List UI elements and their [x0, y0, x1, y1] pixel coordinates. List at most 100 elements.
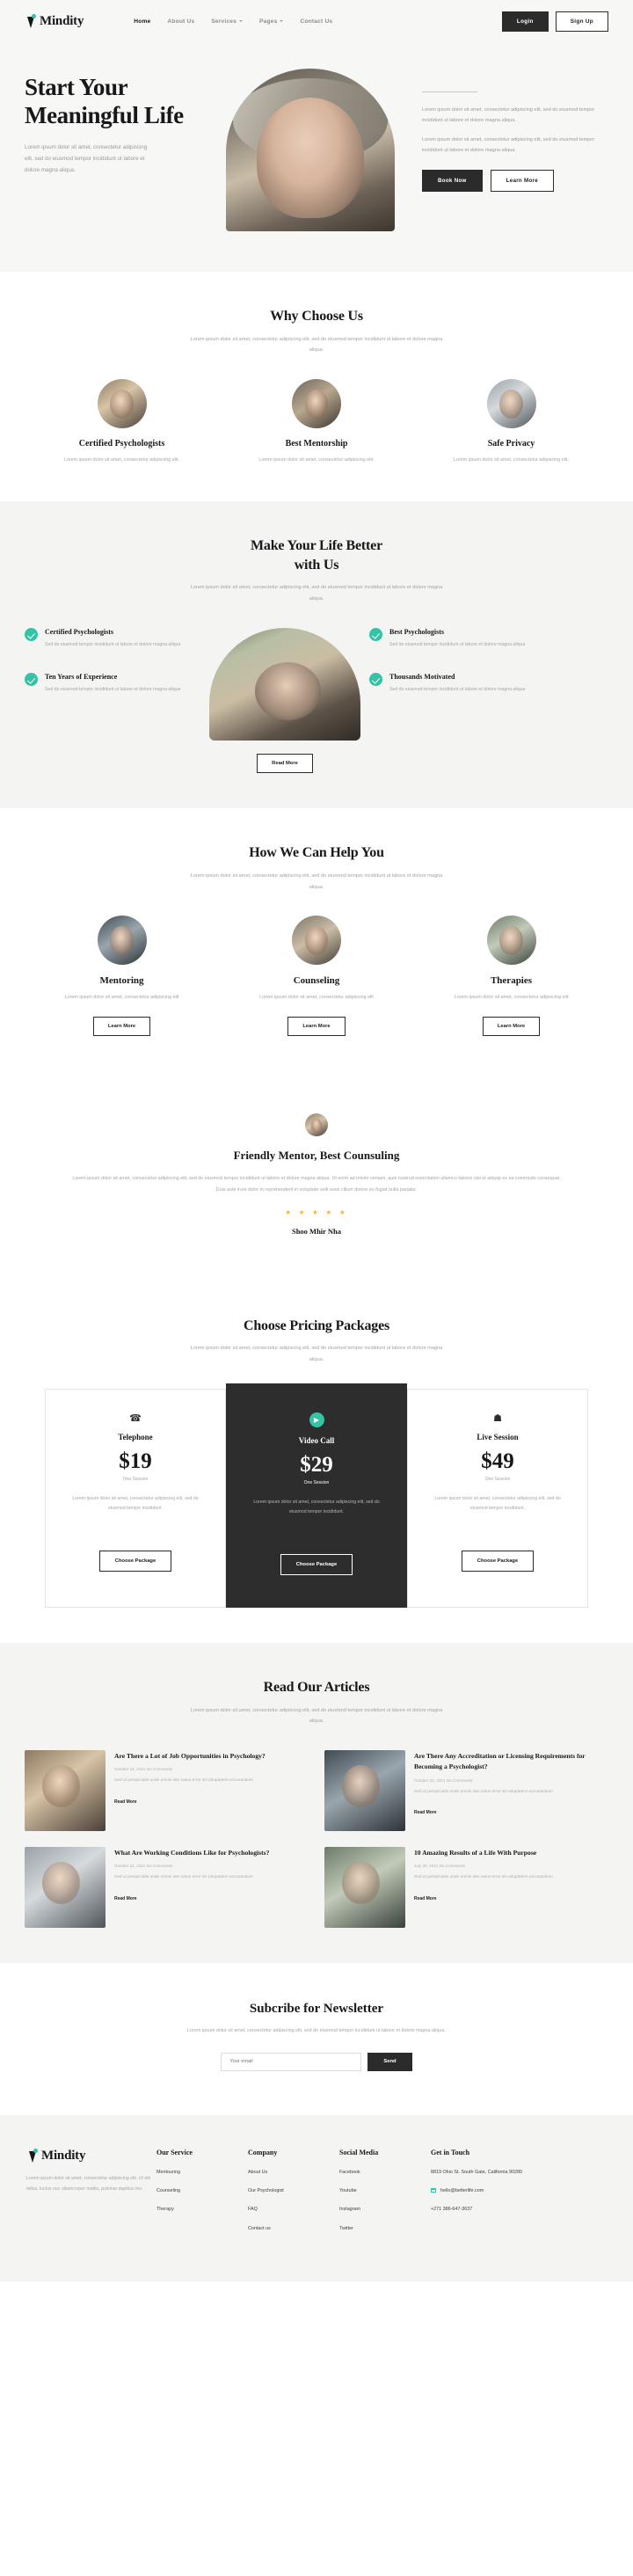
plan-amount: $29 [300, 1453, 333, 1478]
footer-link-faq[interactable]: FAQ [248, 2205, 339, 2214]
newsletter-subtitle: Lorem ipsum dolor sit amet, consectetur … [187, 2028, 446, 2034]
footer-link-mentouring[interactable]: Mentouring [156, 2168, 248, 2177]
article-excerpt: Sed ut perspiciatis unde omnis iste natu… [114, 1778, 253, 1784]
article-card[interactable]: Are There Any Accreditation or Licensing… [324, 1750, 608, 1832]
read-more-link[interactable]: Read More [114, 1799, 137, 1805]
card-image [97, 916, 147, 966]
footer-link-therapy[interactable]: Therapy [156, 2205, 248, 2214]
help-card: Counseling Lorem ipsum dolor sit amet, c… [236, 916, 398, 1037]
chevron-down-icon [280, 20, 284, 22]
choose-package-button[interactable]: Choose Package [461, 1551, 535, 1573]
feature-title: Best Psychologists [389, 628, 444, 637]
learn-more-button[interactable]: Learn More [287, 1017, 346, 1037]
help-card: Mentoring Lorem ipsum dolor sit amet, co… [40, 916, 203, 1037]
book-now-button[interactable]: Book Now [422, 170, 483, 193]
footer-email: hello@betterlife.com [440, 2188, 484, 2194]
read-more-link[interactable]: Read More [414, 1810, 437, 1815]
footer-address: 8819 Ohio St. South Gate, California 902… [431, 2169, 522, 2175]
article-card[interactable]: 10 Amazing Results of a Life With Purpos… [324, 1847, 608, 1929]
nav-item-services[interactable]: Services [211, 18, 244, 25]
footer-link-our-psychologist[interactable]: Our Psychologist [248, 2186, 339, 2195]
main-nav: Home About Us Services Pages Contact Us [134, 18, 332, 25]
card-title: Therapies [490, 975, 533, 987]
better-image [209, 628, 360, 741]
learn-more-button[interactable]: Learn More [490, 170, 555, 193]
check-circle-icon [25, 673, 38, 687]
hero-paragraph-1: Lorem ipsum dolor sit amet, consectetur … [422, 107, 595, 124]
read-more-link[interactable]: Read More [414, 1896, 437, 1901]
card-image [486, 916, 536, 966]
nav-item-about-us[interactable]: About Us [167, 18, 194, 25]
section-subtitle: Lorem ipsum dolor sit amet, consectetur … [190, 1707, 443, 1725]
footer-column-title: Our Service [156, 2148, 193, 2156]
signup-button[interactable]: Sign Up [555, 11, 608, 32]
section-subtitle: Lorem ipsum dolor sit amet, consectetur … [190, 1346, 443, 1363]
plan-period: One Session [303, 1480, 330, 1486]
footer-link-instagram[interactable]: Instagram [339, 2205, 431, 2214]
better-grid: Certified Psychologists Sed do eiusmod t… [25, 628, 608, 774]
plan-text: Lorem ipsum dolor sit amet, consectetur … [434, 1496, 561, 1512]
article-thumbnail [25, 1847, 106, 1929]
chevron-down-icon [239, 20, 244, 22]
article-meta: October 22, 2021 No Comments [114, 1864, 173, 1869]
footer-link-twitter[interactable]: Twitter [339, 2224, 431, 2233]
avatar [305, 1113, 328, 1137]
learn-more-button[interactable]: Learn More [92, 1017, 151, 1037]
brand-logo[interactable]: Mindity [25, 14, 84, 29]
newsletter-section: Subcribe for Newsletter Lorem ipsum dolo… [0, 1963, 633, 2114]
section-title: Why Choose Us [270, 309, 363, 324]
article-thumbnail [324, 1750, 405, 1832]
choose-package-button[interactable]: Choose Package [98, 1551, 172, 1573]
hero-subtitle: Lorem ipsum dolor sit amet, consectetur … [25, 143, 148, 173]
learn-more-button[interactable]: Learn More [482, 1017, 541, 1037]
nav-item-home[interactable]: Home [134, 18, 150, 25]
testimonial-section: Friendly Mentor, Best Counsuling Lorem i… [0, 1071, 633, 1281]
envelope-icon [431, 2188, 436, 2193]
hero-left: Start Your Meaningful Life Lorem ipsum d… [25, 65, 214, 231]
nav-item-pages[interactable]: Pages [259, 18, 284, 25]
read-more-link[interactable]: Read More [114, 1896, 137, 1901]
article-card[interactable]: Are There a Lot of Job Opportunities in … [25, 1750, 309, 1832]
article-card[interactable]: What Are Working Conditions Like for Psy… [25, 1847, 309, 1929]
hero-section: Start Your Meaningful Life Lorem ipsum d… [0, 42, 633, 272]
landing-page: Mindity Home About Us Services Pages Con… [0, 0, 633, 2281]
feature-text: Sed do eiusmod tempor incididunt ut labo… [389, 642, 526, 648]
footer-link-contact-us[interactable]: Contact us [248, 2224, 339, 2233]
divider [422, 91, 477, 92]
footer-link-counseling[interactable]: Counseling [156, 2186, 248, 2195]
nav-label: Home [134, 18, 151, 25]
card-text: Lorem ipsum dolor sit amet, consectetur … [63, 457, 180, 463]
card-text: Lorem ipsum dolor sit amet, consectetur … [259, 995, 374, 1001]
read-more-button[interactable]: Read More [257, 754, 313, 774]
footer-link-youtube[interactable]: Youtube [339, 2186, 431, 2195]
section-title: Read Our Articles [263, 1680, 370, 1696]
article-thumbnail [25, 1750, 106, 1832]
card-text: Lorem ipsum dolor sit amet, consectetur … [64, 995, 179, 1001]
choose-package-button[interactable]: Choose Package [280, 1554, 353, 1576]
section-subtitle: Lorem ipsum dolor sit amet, consectetur … [190, 585, 443, 602]
card-text: Lorem ipsum dolor sit amet, consectetur … [258, 457, 375, 463]
mindity-logo-icon [25, 14, 36, 28]
footer-link-about-us[interactable]: About Us [248, 2168, 339, 2177]
nav-item-contact-us[interactable]: Contact Us [300, 18, 332, 25]
brand-name: Mindity [40, 13, 84, 28]
section-header: How We Can Help You Lorem ipsum dolor si… [25, 843, 608, 893]
footer-link-facebook[interactable]: Facebook [339, 2168, 431, 2177]
pricing-card-live-session: ☗ Live Session $49 One Session Lorem ips… [407, 1389, 588, 1609]
newsletter-form: Send [25, 2052, 608, 2071]
section-title-line2: with Us [294, 557, 339, 573]
check-circle-icon [25, 628, 38, 642]
article-excerpt: Sed ut perspiciatis unde omnis iste natu… [414, 1789, 553, 1794]
better-left-column: Certified Psychologists Sed do eiusmod t… [25, 628, 200, 718]
pricing-section: Choose Pricing Packages Lorem ipsum dolo… [0, 1281, 633, 1643]
footer-logo[interactable]: Mindity [26, 2149, 156, 2164]
footer-email-row[interactable]: hello@betterlife.com [431, 2186, 563, 2205]
site-header: Mindity Home About Us Services Pages Con… [0, 0, 633, 42]
login-button[interactable]: Login [501, 11, 549, 32]
newsletter-email-input[interactable] [221, 2052, 362, 2071]
feature-text: Sed do eiusmod tempor incididunt ut labo… [389, 687, 526, 693]
check-circle-icon [369, 628, 382, 642]
newsletter-send-button[interactable]: Send [367, 2052, 412, 2071]
plan-period: One Session [484, 1477, 511, 1483]
footer-column-title: Get in Touch [431, 2148, 470, 2156]
